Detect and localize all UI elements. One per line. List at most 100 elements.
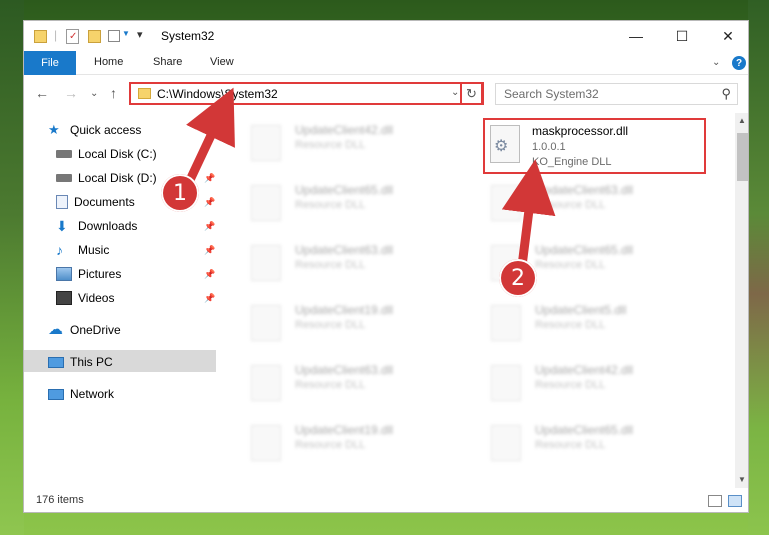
navigation-bar: ← → ⌄ ↑ C:\Windows\System32 ⌄ ↻ Search S…	[24, 75, 748, 113]
file-name: UpdateClient63.dll	[535, 183, 634, 197]
pin-icon[interactable]: 📌	[204, 173, 215, 184]
list-item[interactable]: UpdateClient42.dll Resource DLL	[245, 119, 465, 171]
documents-icon	[56, 195, 68, 209]
dll-file-icon	[251, 425, 281, 461]
back-icon[interactable]: ←	[35, 85, 49, 101]
drive-icon	[56, 174, 72, 182]
sidebar-item-this-pc[interactable]: This PC	[48, 351, 113, 373]
address-dropdown-icon[interactable]: ⌄	[451, 87, 459, 98]
list-item[interactable]: UpdateClient5.dll Resource DLL	[485, 299, 705, 351]
sidebar-item-label: Quick access	[70, 123, 142, 137]
dll-file-icon	[491, 365, 521, 401]
gear-icon: ⚙	[490, 125, 520, 163]
sidebar-item-downloads[interactable]: ⬇ Downloads	[56, 215, 137, 237]
sidebar-item-videos[interactable]: Videos	[56, 287, 114, 309]
scrollbar-thumb[interactable]	[737, 133, 748, 181]
help-icon[interactable]: ?	[732, 56, 746, 70]
window-title: System32	[161, 29, 215, 43]
scroll-down-icon[interactable]: ▼	[738, 475, 746, 484]
expand-ribbon-icon[interactable]: ⌄	[712, 57, 720, 68]
sidebar-item-pictures[interactable]: Pictures	[56, 263, 121, 285]
file-name: UpdateClient63.dll	[295, 363, 394, 377]
file-type: Resource DLL	[295, 139, 366, 151]
download-icon: ⬇	[56, 218, 68, 234]
pin-icon[interactable]: 📌	[204, 269, 215, 280]
sidebar-item-local-disk-c[interactable]: Local Disk (C:)	[56, 143, 157, 165]
divider: |	[54, 28, 58, 42]
sidebar-item-label: Music	[78, 243, 110, 257]
address-bar[interactable]: C:\Windows\System32 ⌄	[129, 82, 484, 105]
customize-dropdown-icon[interactable]: ▼	[122, 29, 130, 38]
file-type: Resource DLL	[535, 199, 606, 211]
file-name: maskprocessor.dll	[532, 124, 629, 138]
pictures-icon	[56, 267, 72, 281]
minimize-button[interactable]: —	[613, 21, 659, 51]
pin-icon[interactable]: 📌	[204, 197, 215, 208]
list-item[interactable]: UpdateClient63.dll Resource DLL	[245, 239, 465, 291]
status-bar: 176 items	[24, 488, 748, 512]
file-version: 1.0.0.1	[532, 141, 566, 153]
refresh-icon: ↻	[466, 85, 477, 101]
list-item[interactable]: UpdateClient19.dll Resource DLL	[245, 419, 465, 471]
recent-locations-icon[interactable]: ⌄	[90, 88, 98, 99]
sidebar-item-network[interactable]: Network	[48, 383, 114, 405]
list-item[interactable]: UpdateClient65.dll Resource DLL	[245, 179, 465, 231]
sidebar-item-documents[interactable]: Documents	[56, 191, 135, 213]
quick-access-dropdown-icon[interactable]: ▾	[137, 28, 143, 41]
file-type: Resource DLL	[295, 199, 366, 211]
sidebar-item-label: Network	[70, 387, 115, 401]
pin-icon[interactable]: 📌	[204, 293, 215, 304]
sidebar-item-label: This PC	[70, 355, 113, 369]
dll-file-icon	[491, 425, 521, 461]
list-item[interactable]: UpdateClient63.dll Resource DLL	[485, 179, 705, 231]
file-name: UpdateClient19.dll	[295, 423, 394, 437]
close-button[interactable]: ✕	[705, 21, 748, 51]
file-name: UpdateClient65.dll	[535, 423, 634, 437]
file-name: UpdateClient65.dll	[535, 243, 634, 257]
list-item-selected[interactable]: ⚙ maskprocessor.dll 1.0.0.1 KO_Engine DL…	[483, 118, 706, 174]
sidebar-item-label: OneDrive	[70, 323, 121, 337]
address-path[interactable]: C:\Windows\System32	[157, 87, 278, 101]
sidebar-item-quick-access[interactable]: ★ Quick access	[48, 119, 141, 141]
dll-file-icon	[251, 125, 281, 161]
list-item[interactable]: UpdateClient42.dll Resource DLL	[485, 359, 705, 411]
sidebar-item-label: Local Disk (D:)	[78, 171, 157, 185]
up-icon[interactable]: ↑	[110, 85, 117, 101]
maximize-button[interactable]: ☐	[659, 21, 705, 51]
search-input[interactable]: Search System32 ⚲	[495, 83, 738, 105]
list-item[interactable]: UpdateClient65.dll Resource DLL	[485, 419, 705, 471]
sidebar-item-onedrive[interactable]: ☁ OneDrive	[48, 319, 121, 341]
tab-view[interactable]: View	[210, 56, 234, 68]
list-item[interactable]: UpdateClient63.dll Resource DLL	[245, 359, 465, 411]
properties-icon[interactable]: ✓	[66, 29, 79, 44]
file-list: UpdateClient42.dll Resource DLL UpdateCl…	[219, 113, 735, 488]
pin-icon[interactable]: 📌	[204, 221, 215, 232]
pin-icon[interactable]: 📌	[204, 245, 215, 256]
list-item[interactable]: UpdateClient19.dll Resource DLL	[245, 299, 465, 351]
details-view-icon[interactable]	[708, 495, 722, 507]
forward-icon[interactable]: →	[64, 85, 78, 101]
vertical-scrollbar[interactable]: ▲ ▼	[735, 113, 748, 488]
tab-file[interactable]: File	[24, 51, 76, 75]
star-icon: ★	[48, 122, 60, 137]
file-name: UpdateClient5.dll	[535, 303, 627, 317]
desktop-wallpaper-right	[748, 0, 769, 535]
tab-share[interactable]: Share	[153, 56, 182, 68]
sidebar-item-music[interactable]: ♪ Music	[56, 239, 109, 261]
music-icon: ♪	[56, 242, 63, 258]
file-type: Resource DLL	[295, 259, 366, 271]
sidebar-item-label: Pictures	[78, 267, 122, 281]
search-icon[interactable]: ⚲	[721, 86, 731, 102]
tab-home[interactable]: Home	[94, 56, 123, 68]
large-icons-view-icon[interactable]	[728, 495, 742, 507]
new-folder-icon[interactable]	[88, 30, 101, 43]
dll-file-icon	[491, 305, 521, 341]
sidebar-item-label: Local Disk (C:)	[78, 147, 157, 161]
sidebar-item-local-disk-d[interactable]: Local Disk (D:)	[56, 167, 157, 189]
file-name: UpdateClient65.dll	[295, 183, 394, 197]
folder-icon	[34, 30, 47, 43]
view-options-icon[interactable]	[108, 30, 120, 42]
file-type: Resource DLL	[535, 379, 606, 391]
scroll-up-icon[interactable]: ▲	[738, 116, 746, 125]
refresh-button[interactable]: ↻	[460, 82, 483, 105]
